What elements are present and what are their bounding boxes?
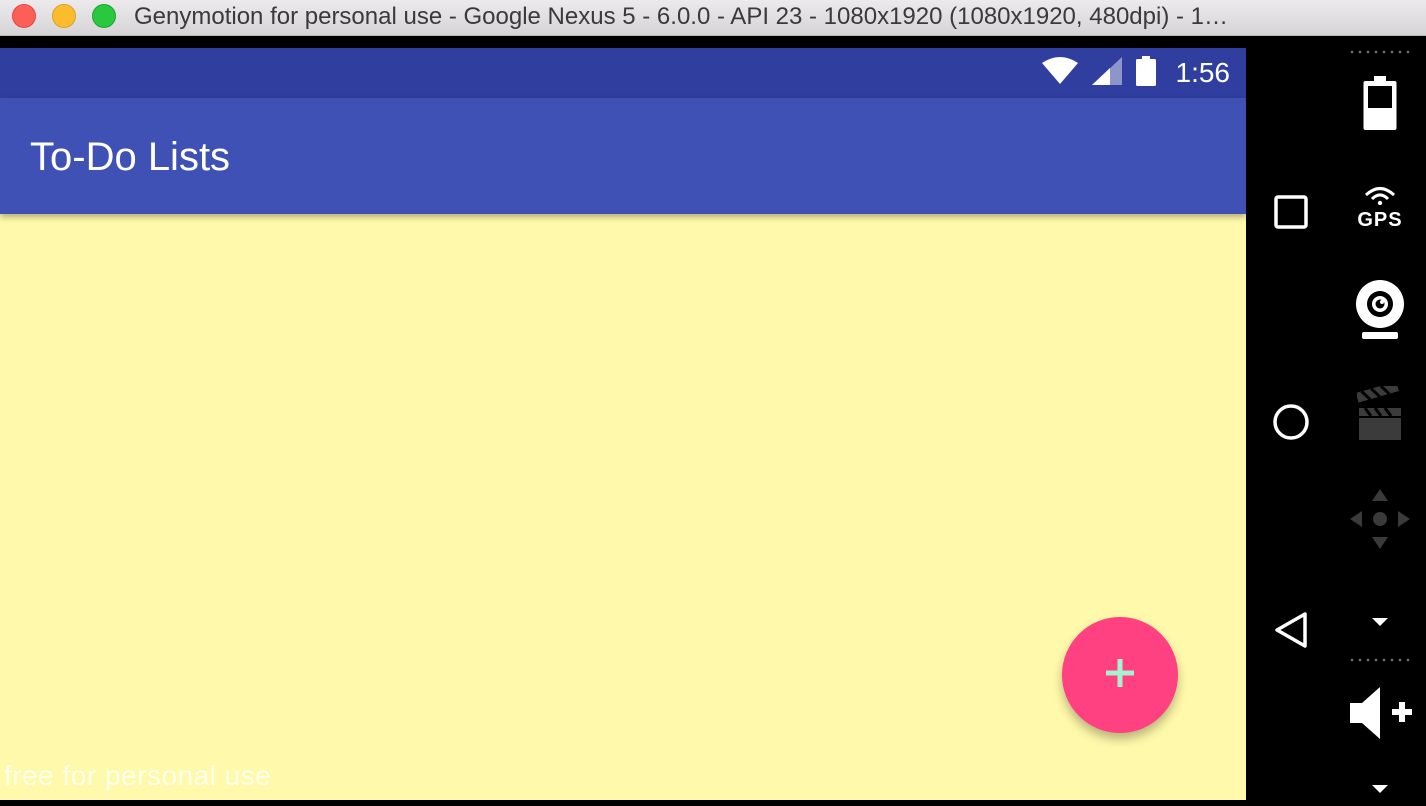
gps-widget-button[interactable]: GPS <box>1334 179 1426 235</box>
watermark: free for personal use <box>4 760 272 791</box>
cell-signal-icon <box>1091 56 1122 90</box>
todo-list-content: free for personal use <box>0 214 1246 800</box>
battery-widget-button[interactable] <box>1334 75 1426 137</box>
toolbar-grip-top <box>1348 50 1412 54</box>
volume-up-button[interactable] <box>1334 684 1426 746</box>
battery-widget-icon <box>1362 75 1398 137</box>
webcam-widget-button[interactable] <box>1334 278 1426 344</box>
chevron-down-icon <box>1372 615 1388 633</box>
volume-up-icon <box>1348 685 1412 746</box>
back-button[interactable] <box>1268 609 1314 655</box>
chevron-down-icon <box>1372 782 1388 800</box>
dpad-icon <box>1347 486 1413 557</box>
battery-icon <box>1135 55 1156 91</box>
status-icons: 1:56 <box>1041 48 1231 98</box>
recents-icon <box>1274 194 1308 234</box>
emulator-screen: Genymotion for personal use - Google Nex… <box>0 0 1426 806</box>
home-button[interactable] <box>1268 401 1314 447</box>
android-nav-bar <box>1246 36 1334 806</box>
close-window-button[interactable] <box>12 4 36 28</box>
plus-icon <box>1106 658 1134 692</box>
dpad-widget-button[interactable] <box>1334 488 1426 554</box>
home-icon <box>1272 403 1310 446</box>
screencast-widget-button[interactable] <box>1334 380 1426 447</box>
status-time: 1:56 <box>1175 57 1231 88</box>
gps-icon <box>1363 185 1397 210</box>
genymotion-toolbar: GPS <box>1334 36 1426 806</box>
app-toolbar: To-Do Lists <box>0 98 1246 214</box>
minimize-window-button[interactable] <box>52 4 76 28</box>
window-titlebar: Genymotion for personal use - Google Nex… <box>0 0 1426 36</box>
maximize-window-button[interactable] <box>92 4 116 28</box>
toolbar-grip-bottom <box>1348 658 1412 662</box>
toolbar-scroll-down[interactable] <box>1334 784 1426 798</box>
screencast-icon <box>1355 380 1403 447</box>
recents-button[interactable] <box>1268 191 1314 237</box>
app-title: To-Do Lists <box>30 135 231 179</box>
toolbar-scroll-up[interactable] <box>1334 614 1426 634</box>
android-status-bar: 1:56 <box>0 48 1246 98</box>
device-frame-bottom <box>0 800 1246 806</box>
gps-label: GPS <box>1357 208 1403 231</box>
add-list-fab[interactable] <box>1062 617 1178 733</box>
device-frame-top <box>0 36 1246 48</box>
webcam-icon <box>1353 278 1407 345</box>
wifi-icon <box>1041 56 1078 90</box>
window-title: Genymotion for personal use - Google Nex… <box>134 3 1228 30</box>
back-icon <box>1273 611 1309 654</box>
